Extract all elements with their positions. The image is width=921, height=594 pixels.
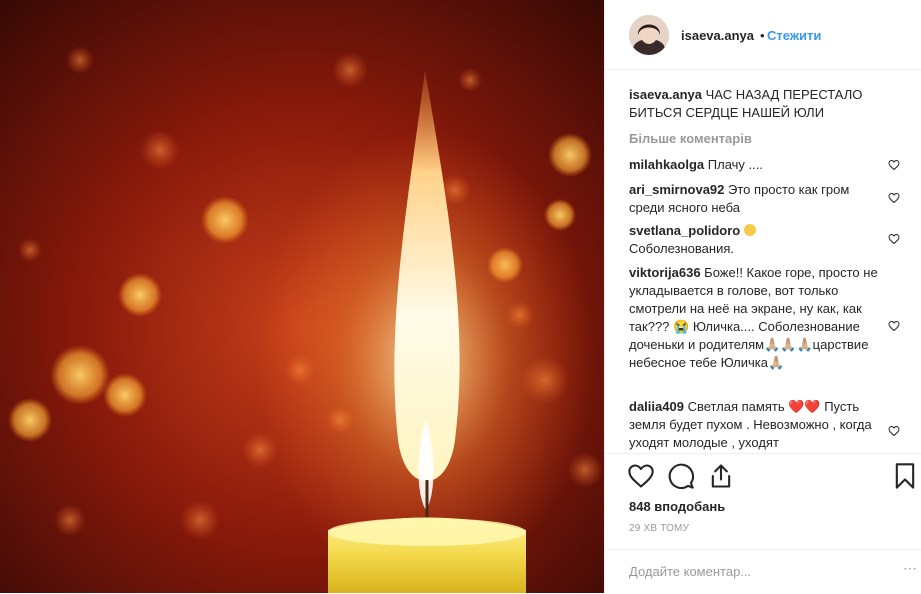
post-header: isaeva.anya • Стежити: [605, 0, 921, 70]
comment-text: Плачу ....: [707, 157, 763, 172]
comments-list[interactable]: isaeva.anya ЧАС НАЗАД ПЕРЕСТАЛО БИТЬСЯ С…: [605, 78, 921, 453]
comment-username[interactable]: ari_smirnova92: [629, 182, 724, 197]
caption-username[interactable]: isaeva.anya: [629, 87, 702, 102]
post-sidebar: isaeva.anya • Стежити isaeva.anya ЧАС НА…: [604, 0, 921, 593]
heart-outline-icon[interactable]: [627, 462, 655, 490]
bookmark-icon[interactable]: [891, 462, 919, 490]
list-item: viktorija636 Боже!! Какое горе, просто н…: [629, 264, 879, 372]
add-comment-bar: ⋯: [605, 549, 921, 594]
list-item: ari_smirnova92 Это просто как гром среди…: [629, 181, 879, 217]
comment-username[interactable]: daliia409: [629, 399, 684, 414]
post-actions: 848 вподобань 29 ХВ ТОМУ ⋯: [605, 453, 921, 593]
avatar[interactable]: [629, 15, 669, 55]
caption: isaeva.anya ЧАС НАЗАД ПЕРЕСТАЛО БИТЬСЯ С…: [629, 86, 879, 122]
small-heart-icon[interactable]: [888, 159, 900, 171]
comment-text: Соболезнования.: [629, 241, 734, 256]
header-username[interactable]: isaeva.anya: [681, 28, 754, 43]
comment-emoji: [743, 224, 756, 236]
follow-button[interactable]: Стежити: [767, 28, 821, 43]
comment-username[interactable]: viktorija636: [629, 265, 701, 280]
ellipsis-icon[interactable]: ⋯: [903, 560, 917, 577]
small-heart-icon[interactable]: [888, 320, 900, 332]
list-item: milahkaolga Плачу ....: [629, 156, 879, 174]
list-item: svetlana_polidoro Соболезнования.: [629, 222, 879, 258]
load-more-comments-button[interactable]: Більше коментарів: [629, 131, 752, 146]
share-icon[interactable]: [707, 462, 735, 490]
post-timestamp[interactable]: 29 ХВ ТОМУ: [629, 523, 689, 534]
likes-count[interactable]: 848 вподобань: [629, 499, 725, 514]
add-comment-input[interactable]: [629, 562, 839, 580]
comment-username[interactable]: svetlana_polidoro: [629, 223, 740, 238]
post-photo[interactable]: [0, 0, 604, 593]
small-heart-icon[interactable]: [888, 233, 900, 245]
comment-username[interactable]: milahkaolga: [629, 157, 704, 172]
header-dot-separator: •: [760, 28, 765, 43]
small-heart-icon[interactable]: [888, 425, 900, 437]
comment-text: Боже!! Какое горе, просто не укладываетс…: [629, 265, 878, 370]
candle-photo: [0, 0, 604, 593]
small-heart-icon[interactable]: [888, 192, 900, 204]
speech-bubble-icon[interactable]: [667, 462, 695, 490]
list-item: daliia409 Светлая память ❤️❤️ Пусть земл…: [629, 398, 879, 452]
